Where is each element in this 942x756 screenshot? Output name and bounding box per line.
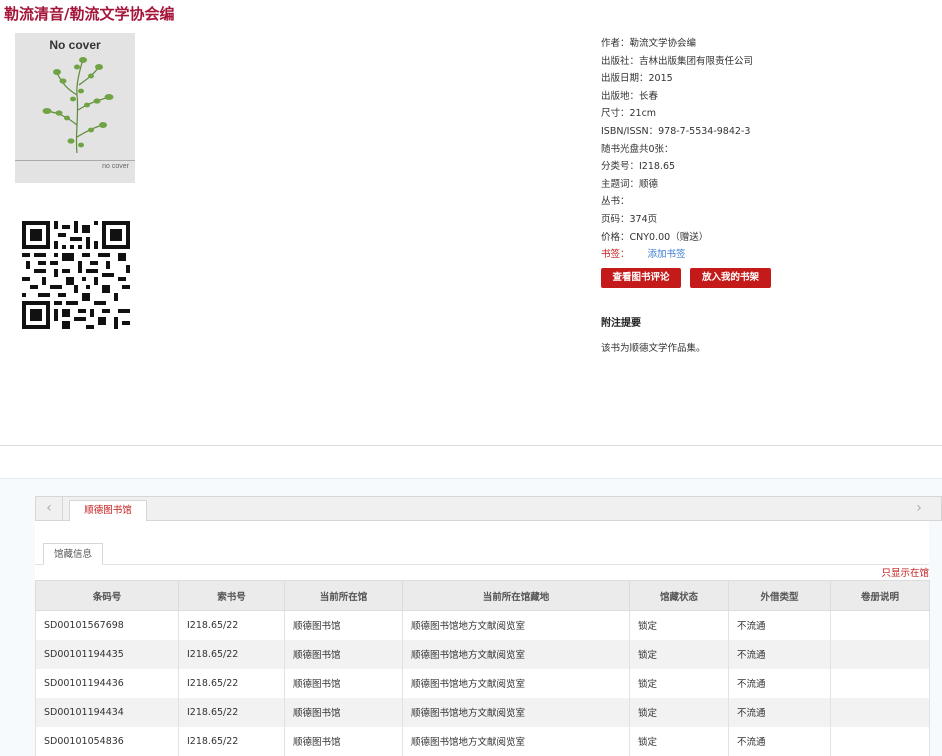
col-loan-type: 外借类型 xyxy=(728,580,831,611)
cell-location: 顺德图书馆地方文献阅览室 xyxy=(402,726,630,756)
chevron-left-icon[interactable]: ‹ xyxy=(36,497,63,520)
meta-cd: 随书光盘共0张： xyxy=(601,143,674,155)
table-header: 条码号 索书号 当前所在馆 当前所在馆藏地 馆藏状态 外借类型 卷册说明 xyxy=(35,580,930,611)
cell-loan-type: 不流通 xyxy=(728,697,831,727)
bookmark-label: 书签： xyxy=(601,249,630,261)
cell-call-number: I218.65/22 xyxy=(178,610,285,640)
meta-class-no: 分类号：I218.65 xyxy=(601,161,676,173)
cell-loan-type: 不流通 xyxy=(728,668,831,698)
cell-location: 顺德图书馆地方文献阅览室 xyxy=(402,697,630,727)
cell-status: 锁定 xyxy=(629,668,729,698)
cell-call-number: I218.65/22 xyxy=(178,726,285,756)
cell-library: 顺德图书馆 xyxy=(284,697,403,727)
cell-location: 顺德图书馆地方文献阅览室 xyxy=(402,639,630,669)
book-title: 勒流清音/勒流文学协会编 xyxy=(4,5,175,23)
cell-barcode: SD00101567698 xyxy=(35,610,179,640)
library-tab-bar: ‹ 顺德图书馆 › xyxy=(35,496,942,521)
holdings-table: 条码号 索书号 当前所在馆 当前所在馆藏地 馆藏状态 外借类型 卷册说明 SD0… xyxy=(35,580,930,756)
col-call-number: 索书号 xyxy=(178,580,285,611)
col-library: 当前所在馆 xyxy=(284,580,403,611)
cell-barcode: SD00101054836 xyxy=(35,726,179,756)
cover-top-text: No cover xyxy=(49,38,101,52)
bookmark-row: 书签： 添加书签 xyxy=(601,246,921,264)
view-reviews-button[interactable]: 查看图书评论 xyxy=(601,268,681,288)
cell-status: 锁定 xyxy=(629,610,729,640)
meta-price: 价格：CNY0.00（赠送） xyxy=(601,231,709,243)
meta-pages: 页码：374页 xyxy=(601,213,658,225)
abstract-title: 附注提要 xyxy=(601,318,641,329)
only-available-link[interactable]: 只显示在馆 xyxy=(881,565,929,579)
meta-pub-date: 出版日期：2015 xyxy=(601,73,673,85)
cell-loan-type: 不流通 xyxy=(728,639,831,669)
meta-author: 作者：勒流文学协会编 xyxy=(601,38,697,49)
tab-holdings-info[interactable]: 馆藏信息 xyxy=(43,543,103,565)
cell-volume-note xyxy=(830,697,930,727)
cell-volume-note xyxy=(830,668,930,698)
cell-loan-type: 不流通 xyxy=(728,610,831,640)
plant-image xyxy=(42,57,114,154)
book-metadata: 作者：勒流文学协会编 出版社：吉林出版集团有限责任公司 出版日期：2015 出版… xyxy=(601,35,921,264)
meta-publisher: 出版社：吉林出版集团有限责任公司 xyxy=(601,55,754,67)
cover-bottom-text: no cover xyxy=(102,163,129,170)
abstract-text: 该书为顺德文学作品集。 xyxy=(601,343,706,354)
section-divider xyxy=(0,445,942,446)
table-row: SD00101567698 I218.65/22 顺德图书馆 顺德图书馆地方文献… xyxy=(35,610,930,640)
cell-call-number: I218.65/22 xyxy=(178,668,285,698)
cell-status: 锁定 xyxy=(629,726,729,756)
add-to-shelf-button[interactable]: 放入我的书架 xyxy=(690,268,771,288)
book-cover-image: No cover no cover xyxy=(15,33,135,183)
cell-call-number: I218.65/22 xyxy=(178,639,285,669)
cell-volume-note xyxy=(830,639,930,669)
table-row: SD00101194435 I218.65/22 顺德图书馆 顺德图书馆地方文献… xyxy=(35,639,930,669)
chevron-right-icon[interactable]: › xyxy=(909,497,929,520)
cell-call-number: I218.65/22 xyxy=(178,697,285,727)
cell-volume-note xyxy=(830,726,930,756)
cell-barcode: SD00101194434 xyxy=(35,697,179,727)
cell-loan-type: 不流通 xyxy=(728,726,831,756)
meta-subject: 主题词：顺德 xyxy=(601,178,659,190)
col-volume-note: 卷册说明 xyxy=(830,580,930,611)
subtab-divider xyxy=(35,564,929,565)
add-bookmark-link[interactable]: 添加书签 xyxy=(648,249,686,260)
cell-location: 顺德图书馆地方文献阅览室 xyxy=(402,610,630,640)
cell-library: 顺德图书馆 xyxy=(284,639,403,669)
col-location: 当前所在馆藏地 xyxy=(402,580,630,611)
cell-library: 顺德图书馆 xyxy=(284,610,403,640)
meta-size: 尺寸：21cm xyxy=(601,108,657,120)
table-row: SD00101054836 I218.65/22 顺德图书馆 顺德图书馆地方文献… xyxy=(35,726,930,756)
cell-barcode: SD00101194435 xyxy=(35,639,179,669)
col-barcode: 条码号 xyxy=(35,580,179,611)
qr-code-icon xyxy=(22,221,130,329)
table-row: SD00101194434 I218.65/22 顺德图书馆 顺德图书馆地方文献… xyxy=(35,697,930,727)
col-status: 馆藏状态 xyxy=(629,580,729,611)
cell-library: 顺德图书馆 xyxy=(284,726,403,756)
meta-pub-place: 出版地：长春 xyxy=(601,90,659,102)
cell-status: 锁定 xyxy=(629,697,729,727)
cover-divider xyxy=(15,160,135,161)
cell-volume-note xyxy=(830,610,930,640)
cell-status: 锁定 xyxy=(629,639,729,669)
meta-isbn: ISBN/ISSN：978-7-5534-9842-3 xyxy=(601,125,751,137)
cell-location: 顺德图书馆地方文献阅览室 xyxy=(402,668,630,698)
tab-shunde-library[interactable]: 顺德图书馆 xyxy=(69,500,147,521)
cell-library: 顺德图书馆 xyxy=(284,668,403,698)
cell-barcode: SD00101194436 xyxy=(35,668,179,698)
table-row: SD00101194436 I218.65/22 顺德图书馆 顺德图书馆地方文献… xyxy=(35,668,930,698)
meta-series: 丛书： xyxy=(601,196,630,208)
